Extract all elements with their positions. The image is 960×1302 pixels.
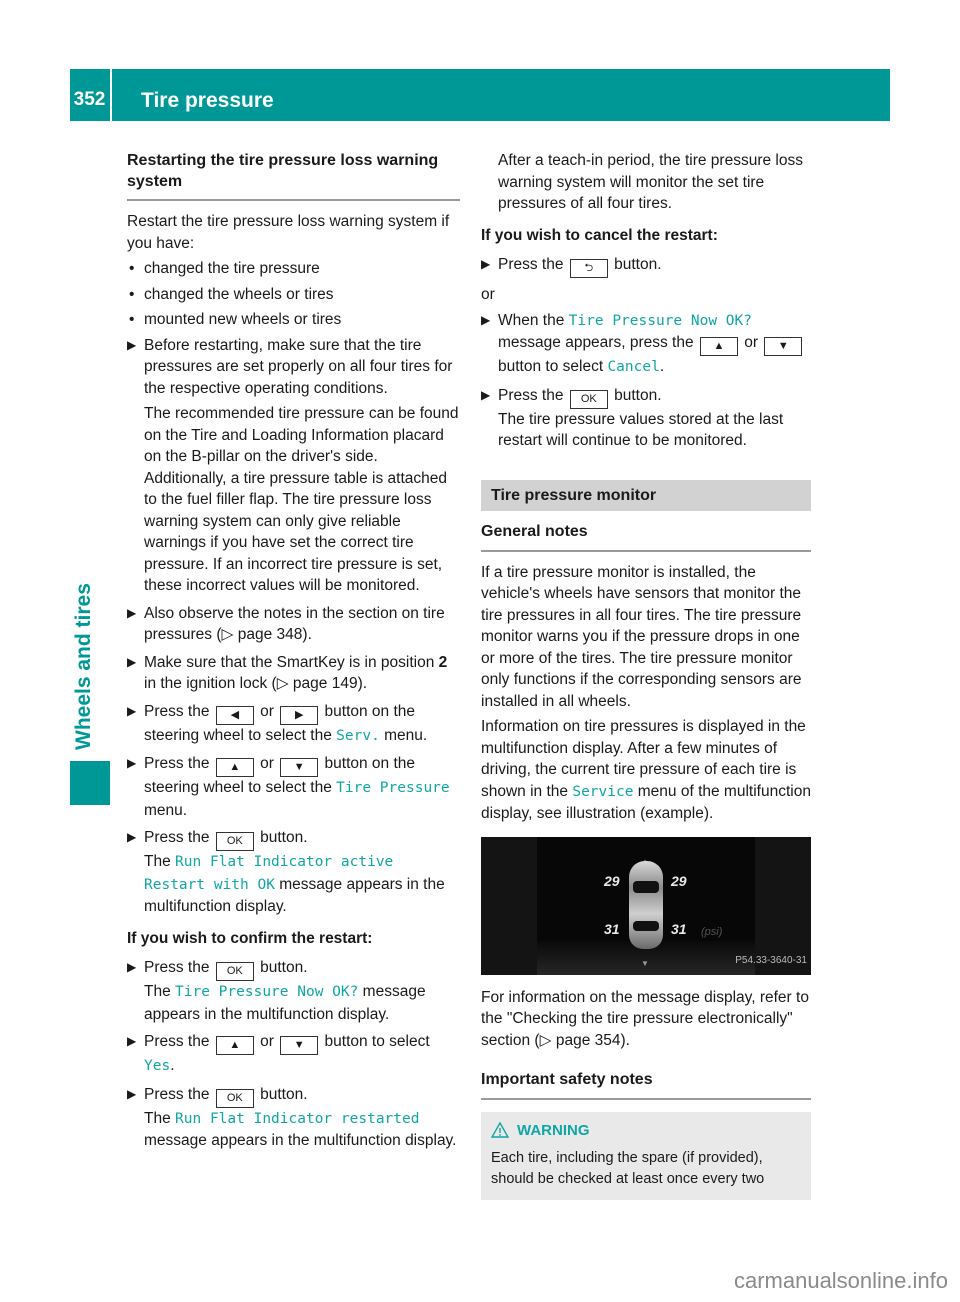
section-band-tire-pressure-monitor: Tire pressure monitor bbox=[481, 479, 811, 511]
step-arrow-icon: ▶ bbox=[481, 257, 491, 271]
up-button-icon: ▲ bbox=[699, 337, 738, 356]
left-button-icon: ◀ bbox=[215, 705, 254, 725]
confirm-step-ok: ▶ Press the OK button. The Tire Pressure… bbox=[127, 959, 426, 1023]
page-header: 352 Tire pressure bbox=[70, 69, 890, 121]
step-arrow-icon: ▶ bbox=[481, 387, 491, 402]
display-text: Tire Pressure bbox=[336, 780, 450, 796]
step-arrow-icon: ▶ bbox=[481, 312, 491, 327]
list-item: changed the tire pressure bbox=[127, 258, 460, 280]
right-button-icon: ▶ bbox=[280, 705, 319, 725]
front-left-pressure: 29 bbox=[604, 872, 620, 889]
page-title: Tire pressure bbox=[141, 89, 274, 112]
page-reference-link[interactable]: page 354 bbox=[556, 1032, 621, 1049]
display-info-paragraph: Information on tire pressures is display… bbox=[481, 718, 811, 822]
front-right-pressure: 29 bbox=[671, 872, 687, 889]
down-button-icon: ▼ bbox=[280, 758, 319, 777]
confirm-step-select-yes: ▶ Press the ▲ or ▼ button to select Yes. bbox=[127, 1033, 430, 1074]
cancel-step-select-cancel: ▶ When the Tire Pressure Now OK? message… bbox=[481, 310, 811, 379]
general-notes-paragraph: If a tire pressure monitor is installed,… bbox=[481, 563, 802, 710]
watermark: carmanualsonline.info bbox=[733, 1268, 948, 1293]
step-arrow-icon: ▶ bbox=[127, 703, 137, 718]
cancel-step-ok: ▶ Press the OK button. The tire pressure… bbox=[481, 386, 784, 450]
page-reference-link[interactable]: page 348 bbox=[238, 626, 303, 643]
step-arrow-icon: ▶ bbox=[127, 1086, 137, 1101]
step-arrow-icon: ▶ bbox=[127, 605, 137, 620]
step-press-ok: ▶ Press the OK button. The Run Flat Indi… bbox=[127, 829, 445, 915]
header-divider bbox=[110, 69, 112, 121]
car-windshield bbox=[633, 880, 659, 893]
down-button-icon: ▼ bbox=[280, 1036, 319, 1055]
display-side-panel bbox=[481, 836, 537, 975]
warning-text: Each tire, including the spare (if provi… bbox=[491, 1150, 765, 1187]
chapter-tab-marker bbox=[70, 761, 110, 805]
page-ref-icon: ▷ bbox=[221, 626, 238, 643]
confirm-heading: If you wish to confirm the restart: bbox=[127, 929, 373, 947]
ok-button-icon: OK bbox=[569, 389, 608, 409]
tire-pressure-display-illustration: ▲ ▼ 29 29 31 31 (psi) P54.33-3640-31 bbox=[481, 836, 811, 975]
step-arrow-icon: ▶ bbox=[127, 830, 137, 844]
general-notes-heading: General notes bbox=[481, 521, 811, 552]
right-column: After a teach-in period, the tire pressu… bbox=[481, 150, 811, 1200]
page-reference-link[interactable]: page 149 bbox=[293, 675, 358, 692]
step-arrow-icon: ▶ bbox=[127, 654, 137, 669]
pressure-unit: (psi) bbox=[701, 925, 723, 938]
step-smartkey: ▶ Make sure that the SmartKey is in posi… bbox=[127, 653, 448, 693]
warning-triangle-icon bbox=[490, 1121, 510, 1145]
step-select-serv: ▶ Press the ◀ or ▶ button on the steerin… bbox=[127, 702, 428, 744]
list-item: changed the wheels or tires bbox=[127, 284, 460, 306]
cancel-step-back: ▶ Press the ⮌ button. bbox=[481, 254, 811, 278]
down-button-icon: ▼ bbox=[764, 337, 803, 356]
message-display-reference: For information on the message display, … bbox=[481, 988, 809, 1049]
rear-left-pressure: 31 bbox=[604, 920, 620, 937]
teach-in-text: After a teach-in period, the tire pressu… bbox=[498, 152, 803, 212]
step-select-tire-pressure: ▶ Press the ▲ or ▼ button on the steerin… bbox=[127, 755, 450, 819]
safety-notes-heading: Important safety notes bbox=[481, 1069, 811, 1100]
page-ref-icon: ▷ bbox=[276, 675, 293, 692]
step-arrow-icon: ▶ bbox=[127, 756, 137, 770]
page-number: 352 bbox=[73, 89, 106, 110]
display-text: Cancel bbox=[607, 359, 660, 375]
step-check-pressures: ▶ Before restarting, make sure that the … bbox=[127, 335, 460, 597]
or-label: or bbox=[481, 286, 495, 303]
ok-button-icon: OK bbox=[215, 1088, 254, 1108]
ok-button-icon: OK bbox=[215, 832, 254, 851]
display-text: Yes bbox=[144, 1058, 171, 1074]
up-button-icon: ▲ bbox=[215, 758, 254, 777]
warning-box: WARNING Each tire, including the spare (… bbox=[481, 1111, 811, 1200]
display-text: Tire Pressure Now OK? bbox=[175, 984, 359, 1000]
list-item: mounted new wheels or tires bbox=[127, 309, 460, 331]
car-top-view-icon bbox=[629, 860, 663, 949]
intro-text: Restart the tire pressure loss warning s… bbox=[127, 213, 450, 252]
section-title-restart: Restarting the tire pressure loss warnin… bbox=[127, 150, 460, 201]
left-column: Restarting the tire pressure loss warnin… bbox=[127, 150, 460, 1158]
chapter-label: Wheels and tires bbox=[72, 583, 95, 750]
step-observe-notes: ▶ Also observe the notes in the section … bbox=[127, 604, 445, 644]
rear-right-pressure: 31 bbox=[671, 920, 687, 937]
figure-code: P54.33-3640-31 bbox=[735, 955, 807, 966]
ok-button-icon: OK bbox=[215, 962, 254, 981]
step-arrow-icon: ▶ bbox=[127, 960, 137, 974]
warning-title: WARNING bbox=[517, 1121, 590, 1139]
confirm-step-ok-restarted: ▶ Press the OK button. The Run Flat Indi… bbox=[127, 1085, 457, 1150]
car-rear-window bbox=[633, 920, 659, 931]
display-text: Serv. bbox=[336, 727, 380, 744]
display-text: Run Flat Indicator restarted bbox=[175, 1110, 420, 1127]
note-recommended-pressure: The recommended tire pressure can be fou… bbox=[144, 405, 459, 594]
cancel-heading: If you wish to cancel the restart: bbox=[481, 226, 718, 244]
step-arrow-icon: ▶ bbox=[127, 337, 137, 352]
display-text: Service bbox=[572, 783, 634, 800]
back-button-icon: ⮌ bbox=[569, 259, 608, 278]
up-button-icon: ▲ bbox=[215, 1036, 254, 1055]
scroll-down-icon: ▼ bbox=[641, 958, 649, 968]
display-text: Tire Pressure Now OK? bbox=[568, 312, 752, 329]
step-arrow-icon: ▶ bbox=[127, 1034, 137, 1048]
page-ref-icon: ▷ bbox=[539, 1031, 556, 1049]
